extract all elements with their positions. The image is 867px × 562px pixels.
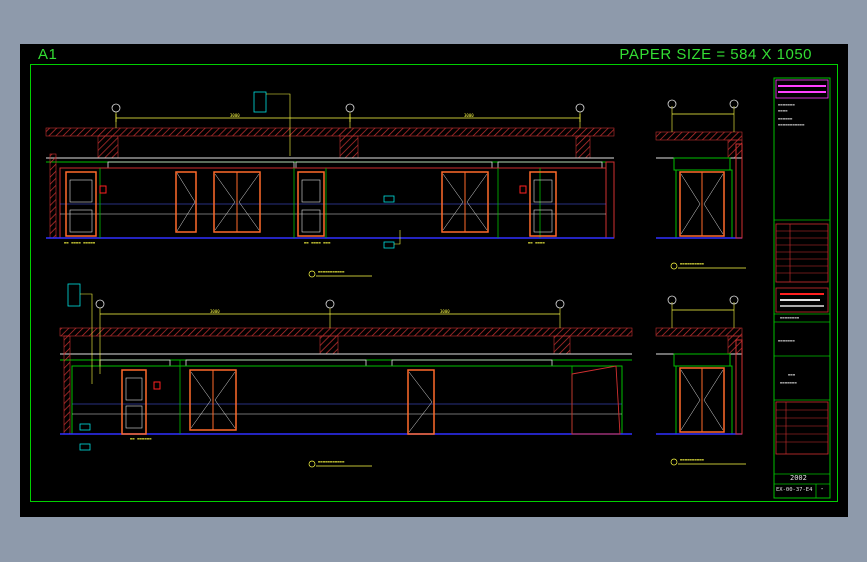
svg-text:≡≡≡≡≡≡≡≡: ≡≡≡≡≡≡≡≡ bbox=[780, 315, 800, 320]
svg-text:≡≡≡≡≡≡≡≡≡≡≡: ≡≡≡≡≡≡≡≡≡≡≡ bbox=[318, 459, 345, 464]
svg-text:≡≡ ≡≡≡≡≡≡: ≡≡ ≡≡≡≡≡≡ bbox=[130, 436, 152, 441]
grid-bubble-icon bbox=[95, 299, 105, 374]
svg-text:≡≡≡≡≡≡≡: ≡≡≡≡≡≡≡ bbox=[780, 380, 797, 385]
svg-text:≡≡≡≡≡≡≡≡≡≡≡: ≡≡≡≡≡≡≡≡≡≡≡ bbox=[318, 269, 345, 274]
drawing-date: 2002 bbox=[790, 474, 807, 482]
svg-text:≡≡≡: ≡≡≡ bbox=[788, 372, 796, 377]
beam-hatch bbox=[575, 135, 591, 159]
grid-bubble-icon bbox=[729, 295, 739, 328]
grid-bubble-icon bbox=[729, 99, 739, 132]
svg-text:≡≡ ≡≡≡≡ ≡≡≡≡≡: ≡≡ ≡≡≡≡ ≡≡≡≡≡ bbox=[64, 240, 96, 245]
elevation-1: 3000 3000 ≡≡ ≡≡≡≡ ≡≡≡≡≡ ≡≡ ≡≡≡≡ ≡≡≡ ≡≡ ≡… bbox=[45, 91, 615, 278]
door-icon bbox=[175, 171, 197, 233]
section-mark-icon: ≡≡≡≡≡≡≡≡≡≡ bbox=[670, 457, 746, 466]
section-mark-icon: ≡≡≡≡≡≡≡≡≡≡≡ bbox=[308, 269, 372, 278]
section-mark-icon: ≡≡≡≡≡≡≡≡≡≡ bbox=[670, 261, 746, 270]
svg-text:3000: 3000 bbox=[230, 113, 240, 118]
title-block: ≡≡≡≡≡≡≡ ≡≡≡≡ ≡≡≡≡≡≡ ≡≡≡≡≡≡≡≡≡≡≡ ≡≡≡≡≡≡≡≡… bbox=[773, 77, 831, 499]
svg-text:≡≡≡≡≡≡≡≡≡≡: ≡≡≡≡≡≡≡≡≡≡ bbox=[680, 261, 705, 266]
grid-bubble-icon bbox=[345, 103, 355, 128]
svg-text:3000: 3000 bbox=[210, 309, 220, 314]
grid-bubble-icon bbox=[667, 99, 677, 132]
svg-text:≡≡≡≡≡≡≡: ≡≡≡≡≡≡≡ bbox=[778, 102, 795, 107]
ceiling-slab-hatch bbox=[45, 127, 615, 137]
door-icon bbox=[189, 369, 237, 431]
cad-viewport[interactable]: A1 PAPER SIZE = 584 X 1050 3000 3000 ≡≡ … bbox=[20, 44, 848, 517]
drawing-number: EX-00-37-E4 bbox=[776, 487, 813, 493]
svg-text:≡≡≡≡: ≡≡≡≡ bbox=[778, 108, 788, 113]
cad-drawing-canvas: 3000 3000 ≡≡ ≡≡≡≡ ≡≡≡≡≡ ≡≡ ≡≡≡≡ ≡≡≡ ≡≡ ≡… bbox=[45, 77, 831, 499]
grid-bubble-icon bbox=[667, 295, 677, 328]
svg-text:≡≡ ≡≡≡≡: ≡≡ ≡≡≡≡ bbox=[528, 240, 545, 245]
beam-hatch bbox=[339, 135, 359, 159]
section-a: ≡≡≡≡≡≡≡≡≡≡ bbox=[655, 99, 746, 270]
svg-text:3000: 3000 bbox=[464, 113, 474, 118]
sheet-mark: - bbox=[820, 485, 825, 493]
section-mark-icon: ≡≡≡≡≡≡≡≡≡≡≡ bbox=[308, 459, 372, 468]
grid-bubble-icon bbox=[575, 103, 585, 128]
door-icon bbox=[121, 369, 147, 435]
elevation-2: 3000 3000 ≡≡ ≡≡≡≡≡≡ ≡≡≡≡≡≡≡≡≡≡≡ bbox=[59, 283, 633, 468]
svg-text:≡≡≡≡≡≡≡: ≡≡≡≡≡≡≡ bbox=[778, 338, 795, 343]
beam-hatch bbox=[97, 135, 119, 159]
svg-text:≡≡ ≡≡≡≡ ≡≡≡: ≡≡ ≡≡≡≡ ≡≡≡ bbox=[304, 240, 331, 245]
section-b: ≡≡≡≡≡≡≡≡≡≡ bbox=[655, 295, 746, 466]
svg-text:≡≡≡≡≡≡: ≡≡≡≡≡≡ bbox=[778, 116, 793, 121]
svg-text:3000: 3000 bbox=[440, 309, 450, 314]
door-icon bbox=[213, 171, 261, 233]
grid-bubble-icon bbox=[111, 103, 121, 128]
door-icon bbox=[407, 369, 435, 435]
svg-text:≡≡≡≡≡≡≡≡≡≡: ≡≡≡≡≡≡≡≡≡≡ bbox=[680, 457, 705, 462]
revision-table bbox=[775, 223, 829, 283]
svg-text:≡≡≡≡≡≡≡≡≡≡≡: ≡≡≡≡≡≡≡≡≡≡≡ bbox=[778, 122, 805, 127]
door-icon bbox=[441, 171, 489, 233]
